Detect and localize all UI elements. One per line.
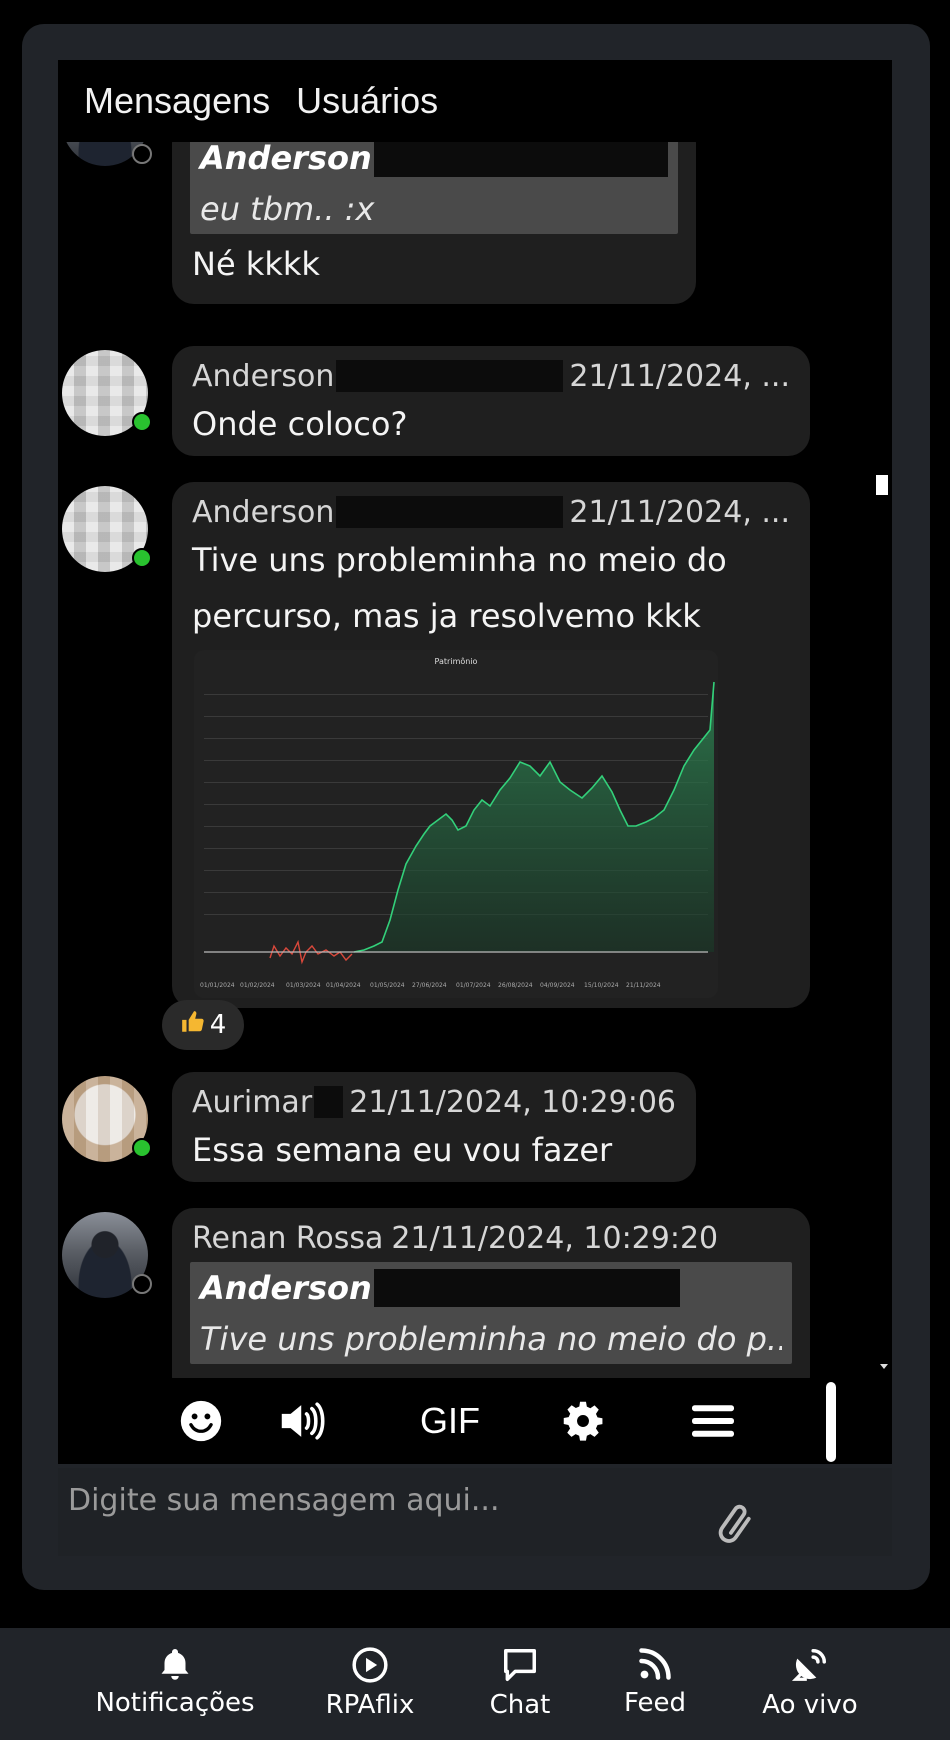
attached-chart-image[interactable]: Patrimônio 01/01/2024 01/02/2024 01/03/2… [194,650,718,998]
nav-label: Ao vivo [762,1690,858,1720]
author-name[interactable]: Anderson [192,495,334,530]
message-bubble[interactable]: Anderson eu tbm.. :x Né kkkk [172,142,696,304]
bell-icon [161,1649,189,1680]
paperclip-icon[interactable] [714,1500,760,1550]
nav-label: Feed [623,1688,687,1718]
message-list[interactable]: Anderson eu tbm.. :x Né kkkk Anderson 21… [58,142,892,1378]
message-bubble[interactable]: Renan Rossa 21/11/2024, 10:29:20 Anderso… [172,1208,810,1378]
timestamp: 21/11/2024, 10:29:20 [391,1220,719,1256]
rss-icon [639,1648,671,1680]
image-chart-plot [204,681,715,965]
gear-icon [563,1401,603,1441]
play-circle-icon [352,1647,388,1683]
tab-bar: Mensagens Usuários [58,60,892,142]
nav-label: Chat [489,1690,551,1720]
message-header: Anderson 21/11/2024, ... [192,356,790,396]
message-bubble[interactable]: Aurimar 21/11/2024, 10:29:06 Essa semana… [172,1072,696,1182]
nav-feed[interactable]: Feed [605,1646,705,1718]
author-name[interactable]: Renan Rossa [192,1221,383,1256]
tab-messages[interactable]: Mensagens [84,80,270,122]
nav-live[interactable]: Ao vivo [750,1646,870,1720]
message-header: Aurimar 21/11/2024, 10:29:06 [192,1082,676,1122]
settings-button[interactable] [558,1396,608,1446]
tab-users[interactable]: Usuários [296,80,438,122]
timestamp: 21/11/2024, ... [569,358,790,394]
toolbar-scrollbar[interactable] [826,1382,836,1462]
quoted-text: Tive uns probleminha no meio do p... [200,1320,782,1358]
message-text: Onde coloco? [192,405,408,443]
menu-button[interactable] [688,1396,738,1446]
status-online-indicator [132,548,152,568]
reaction-badge[interactable]: 4 [162,1000,244,1050]
scrollbar-thumb[interactable] [876,475,888,495]
chat-toolbar: GIF [58,1378,892,1464]
bottom-navigation: Notificações RPAflix Chat Feed Ao vivo [0,1628,950,1740]
status-online-indicator [132,1138,152,1158]
message-bubble[interactable]: Anderson 21/11/2024, ... Onde coloco? [172,346,810,456]
satellite-dish-icon [791,1649,826,1681]
message-text: Essa semana eu vou fazer [192,1131,613,1169]
timestamp: 21/11/2024, 10:29:06 [349,1084,676,1120]
message-input[interactable] [66,1474,770,1526]
nav-label: RPAflix [325,1690,415,1720]
reaction-count: 4 [209,1010,227,1040]
message-composer [58,1468,892,1556]
thumbs-up-icon [180,1009,206,1042]
volume-icon [281,1402,325,1440]
gif-button[interactable]: GIF [410,1396,490,1446]
status-online-indicator [132,412,152,432]
nav-label: Notificações [95,1688,255,1718]
quoted-author: Anderson [200,1262,782,1314]
nav-rpaflix[interactable]: RPAflix [310,1646,430,1720]
message-header: Anderson 21/11/2024, ... [192,492,790,532]
emoji-button[interactable] [176,1396,226,1446]
status-offline-indicator [132,1274,152,1294]
smiley-icon [180,1400,222,1442]
scroll-down-arrow[interactable] [880,1364,888,1369]
author-name[interactable]: Anderson [192,359,334,394]
quoted-text: eu tbm.. :x [200,190,375,228]
nav-notifications[interactable]: Notificações [95,1646,255,1718]
sound-toggle-button[interactable] [278,1396,328,1446]
message-text-line: percurso, mas ja resolvemo kkk [192,597,701,635]
message-text: Né kkkk [192,245,320,283]
message-header: Renan Rossa 21/11/2024, 10:29:20 [192,1218,790,1258]
nav-chat[interactable]: Chat [470,1646,570,1720]
timestamp: 21/11/2024, ... [569,494,790,530]
status-offline-indicator [132,144,152,164]
quoted-message[interactable]: Anderson eu tbm.. :x [190,142,678,234]
quoted-author: Anderson [200,142,668,184]
hamburger-menu-icon [692,1405,734,1437]
message-text-line: Tive uns probleminha no meio do [192,541,727,579]
chat-bubble-icon [504,1649,536,1681]
author-name[interactable]: Aurimar [192,1085,312,1120]
quoted-message[interactable]: Anderson Tive uns probleminha no meio do… [190,1262,792,1364]
